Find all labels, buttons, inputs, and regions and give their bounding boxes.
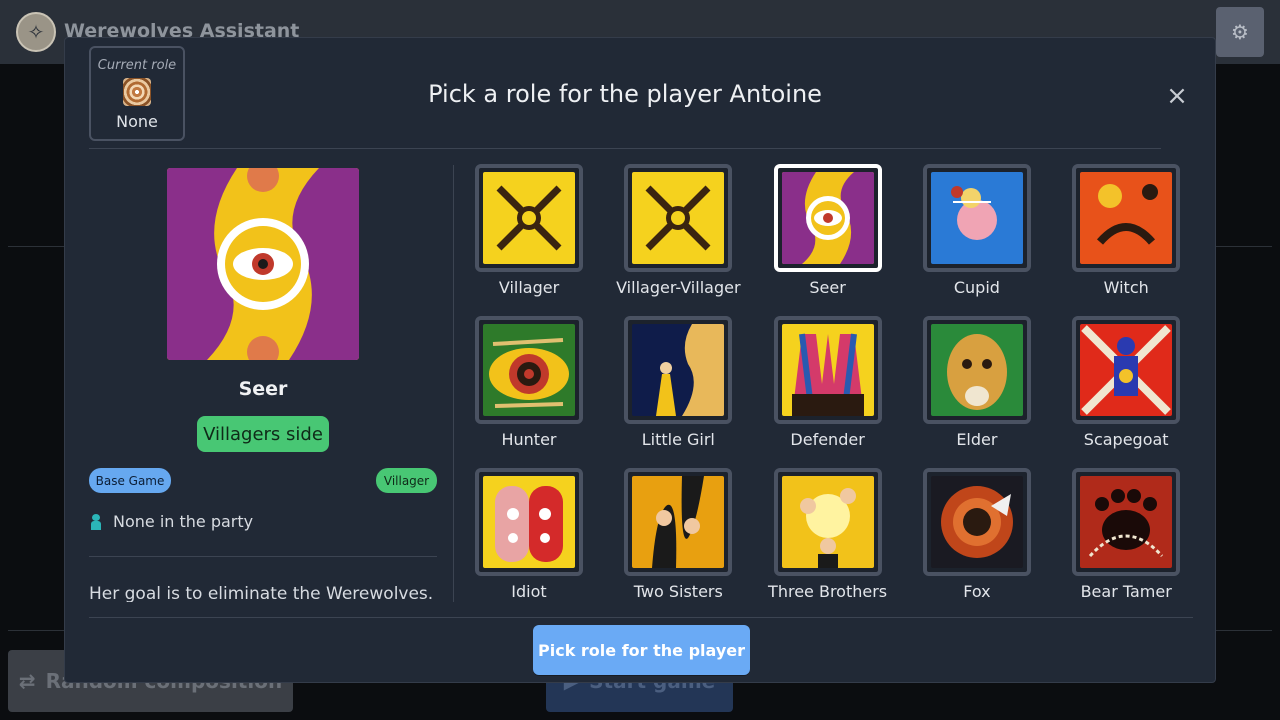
role-card-frame[interactable]	[1072, 164, 1181, 272]
role-card-image	[483, 476, 575, 568]
role-tile-villager-villager[interactable]: Villager-Villager	[616, 164, 746, 312]
role-card-frame[interactable]	[1072, 468, 1181, 576]
role-card-image	[483, 172, 575, 264]
description-scroll[interactable]: Her goal is to eliminate the Werewolves.	[89, 574, 437, 602]
pane-divider	[453, 165, 454, 602]
role-card-frame[interactable]	[475, 164, 583, 272]
role-card-frame[interactable]	[773, 316, 882, 424]
role-tile-idiot[interactable]: Idiot	[467, 468, 597, 616]
role-label: Witch	[1103, 278, 1149, 297]
header-divider	[89, 148, 1161, 149]
role-tile-witch[interactable]: Witch	[1064, 164, 1194, 312]
role-card-image	[930, 172, 1023, 264]
details-divider	[89, 556, 437, 557]
role-card-frame[interactable]	[922, 164, 1031, 272]
footer-divider	[89, 617, 1193, 618]
role-label: Defender	[790, 430, 865, 449]
party-text: None in the party	[113, 512, 254, 531]
selected-role-card-image	[167, 168, 359, 360]
current-role-box: Current role None	[89, 46, 185, 141]
current-role-label: Current role	[97, 58, 177, 73]
role-card-frame[interactable]	[624, 316, 733, 424]
role-card-frame[interactable]	[773, 164, 882, 272]
role-tile-seer[interactable]: Seer	[766, 164, 896, 312]
role-label: Bear Tamer	[1080, 582, 1172, 601]
side-badge: Villagers side	[197, 416, 329, 452]
role-card-frame[interactable]	[922, 468, 1031, 576]
role-label: Two Sisters	[633, 582, 723, 601]
role-card-frame[interactable]	[922, 316, 1031, 424]
role-label: Villager	[498, 278, 560, 297]
tag-base-game: Base Game	[89, 468, 171, 493]
role-tile-fox[interactable]: Fox	[915, 468, 1045, 616]
role-card-frame[interactable]	[475, 316, 583, 424]
role-tile-two-sisters[interactable]: Two Sisters	[616, 468, 746, 616]
role-label: Scapegoat	[1083, 430, 1169, 449]
role-tile-little-girl[interactable]: Little Girl	[616, 316, 746, 464]
gear-icon: ⚙	[1231, 20, 1249, 44]
role-description: Her goal is to eliminate the Werewolves.	[89, 584, 434, 602]
modal-title: Pick a role for the player Antoine	[428, 80, 822, 108]
role-card-image	[632, 476, 725, 568]
role-card-frame[interactable]	[475, 468, 583, 576]
settings-button[interactable]: ⚙	[1216, 7, 1264, 57]
role-tile-hunter[interactable]: Hunter	[467, 316, 597, 464]
role-label: Villager-Villager	[616, 278, 741, 297]
role-label: Little Girl	[641, 430, 715, 449]
person-icon	[89, 513, 103, 530]
role-tile-three-brothers[interactable]: Three Brothers	[766, 468, 896, 616]
role-label: Fox	[963, 582, 991, 601]
role-label: Elder	[956, 430, 998, 449]
role-card-image	[930, 324, 1023, 416]
role-tile-elder[interactable]: Elder	[915, 316, 1045, 464]
role-picker-modal: Current role None Pick a role for the pl…	[64, 37, 1216, 683]
tag-villager: Villager	[376, 468, 437, 493]
role-card-frame[interactable]	[624, 164, 733, 272]
pick-role-button[interactable]: Pick role for the player	[533, 625, 750, 675]
current-role-value: None	[116, 112, 158, 131]
role-card-image	[930, 476, 1023, 568]
role-tile-defender[interactable]: Defender	[766, 316, 896, 464]
role-label: Idiot	[511, 582, 547, 601]
role-card-image	[483, 324, 575, 416]
wolf-howl-icon[interactable]: ✧	[16, 12, 56, 52]
role-card-image	[632, 172, 725, 264]
role-card-image	[1080, 324, 1173, 416]
role-tile-scapegoat[interactable]: Scapegoat	[1064, 316, 1194, 464]
role-card-image	[781, 324, 874, 416]
party-count: None in the party	[89, 512, 253, 531]
close-icon[interactable]: ×	[1165, 81, 1189, 111]
role-tile-bear-tamer[interactable]: Bear Tamer	[1064, 468, 1194, 616]
role-label: Cupid	[953, 278, 1000, 297]
selected-role-name: Seer	[238, 378, 288, 400]
role-card-frame[interactable]	[773, 468, 882, 576]
role-tile-villager[interactable]: Villager	[467, 164, 597, 312]
role-card-frame[interactable]	[1072, 316, 1181, 424]
role-card-image	[781, 172, 874, 264]
role-card-image	[781, 476, 874, 568]
role-tile-cupid[interactable]: Cupid	[915, 164, 1045, 312]
role-card-image	[632, 324, 725, 416]
role-label: Hunter	[501, 430, 557, 449]
role-label: Seer	[809, 278, 846, 297]
role-card-image	[1080, 476, 1173, 568]
spiral-icon	[123, 78, 151, 106]
role-label: Three Brothers	[768, 582, 888, 601]
role-card-frame[interactable]	[624, 468, 733, 576]
shuffle-icon: ⇄	[18, 669, 36, 693]
role-card-image	[1080, 172, 1173, 264]
